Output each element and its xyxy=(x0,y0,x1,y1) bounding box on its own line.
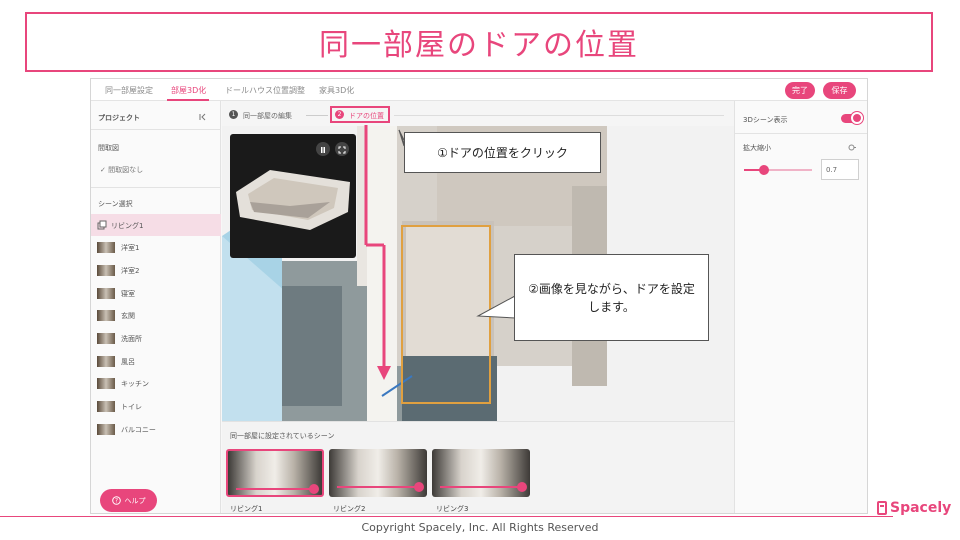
spacely-logo-icon xyxy=(877,501,887,515)
footer-line xyxy=(0,516,893,517)
annotation-overlay xyxy=(364,125,516,380)
spacely-logo: Spacely xyxy=(876,500,951,516)
copyright-text: Copyright Spacely, Inc. All Rights Reser… xyxy=(361,521,599,534)
callout-set-door: ②画像を見ながら、ドアを設定します。 xyxy=(514,254,709,341)
brand-name: Spacely xyxy=(890,500,952,516)
callout-click-door: ①ドアの位置をクリック xyxy=(404,132,601,173)
